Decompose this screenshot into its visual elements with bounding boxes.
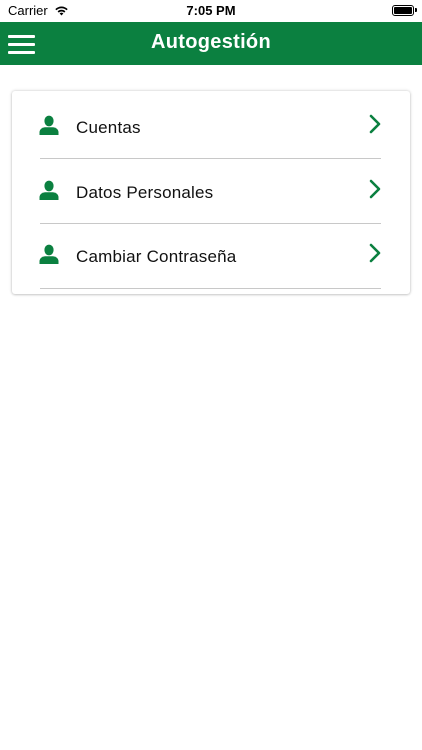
battery-icon xyxy=(392,5,417,16)
list-item-label: Datos Personales xyxy=(76,183,214,202)
list-item-label: Cuentas xyxy=(76,118,141,137)
divider xyxy=(40,288,381,289)
user-icon xyxy=(39,115,59,135)
navbar: Autogestión xyxy=(0,22,422,65)
chevron-right-icon xyxy=(369,243,381,263)
list-item-datos-personales[interactable]: Datos Personales xyxy=(12,156,410,221)
menu-card: Cuentas Datos Personales Cambiar Contras… xyxy=(12,91,410,294)
page-title: Autogestión xyxy=(151,31,271,53)
status-time: 7:05 PM xyxy=(186,3,236,18)
user-icon xyxy=(39,180,59,200)
status-bar: Carrier 7:05 PM xyxy=(0,0,422,22)
list-item-label: Cambiar Contraseña xyxy=(76,247,237,266)
user-icon xyxy=(39,244,59,264)
chevron-right-icon xyxy=(369,114,381,134)
chevron-right-icon xyxy=(369,179,381,199)
list-item-cuentas[interactable]: Cuentas xyxy=(12,91,410,156)
list-item-cambiar-contrasena[interactable]: Cambiar Contraseña xyxy=(12,220,410,285)
